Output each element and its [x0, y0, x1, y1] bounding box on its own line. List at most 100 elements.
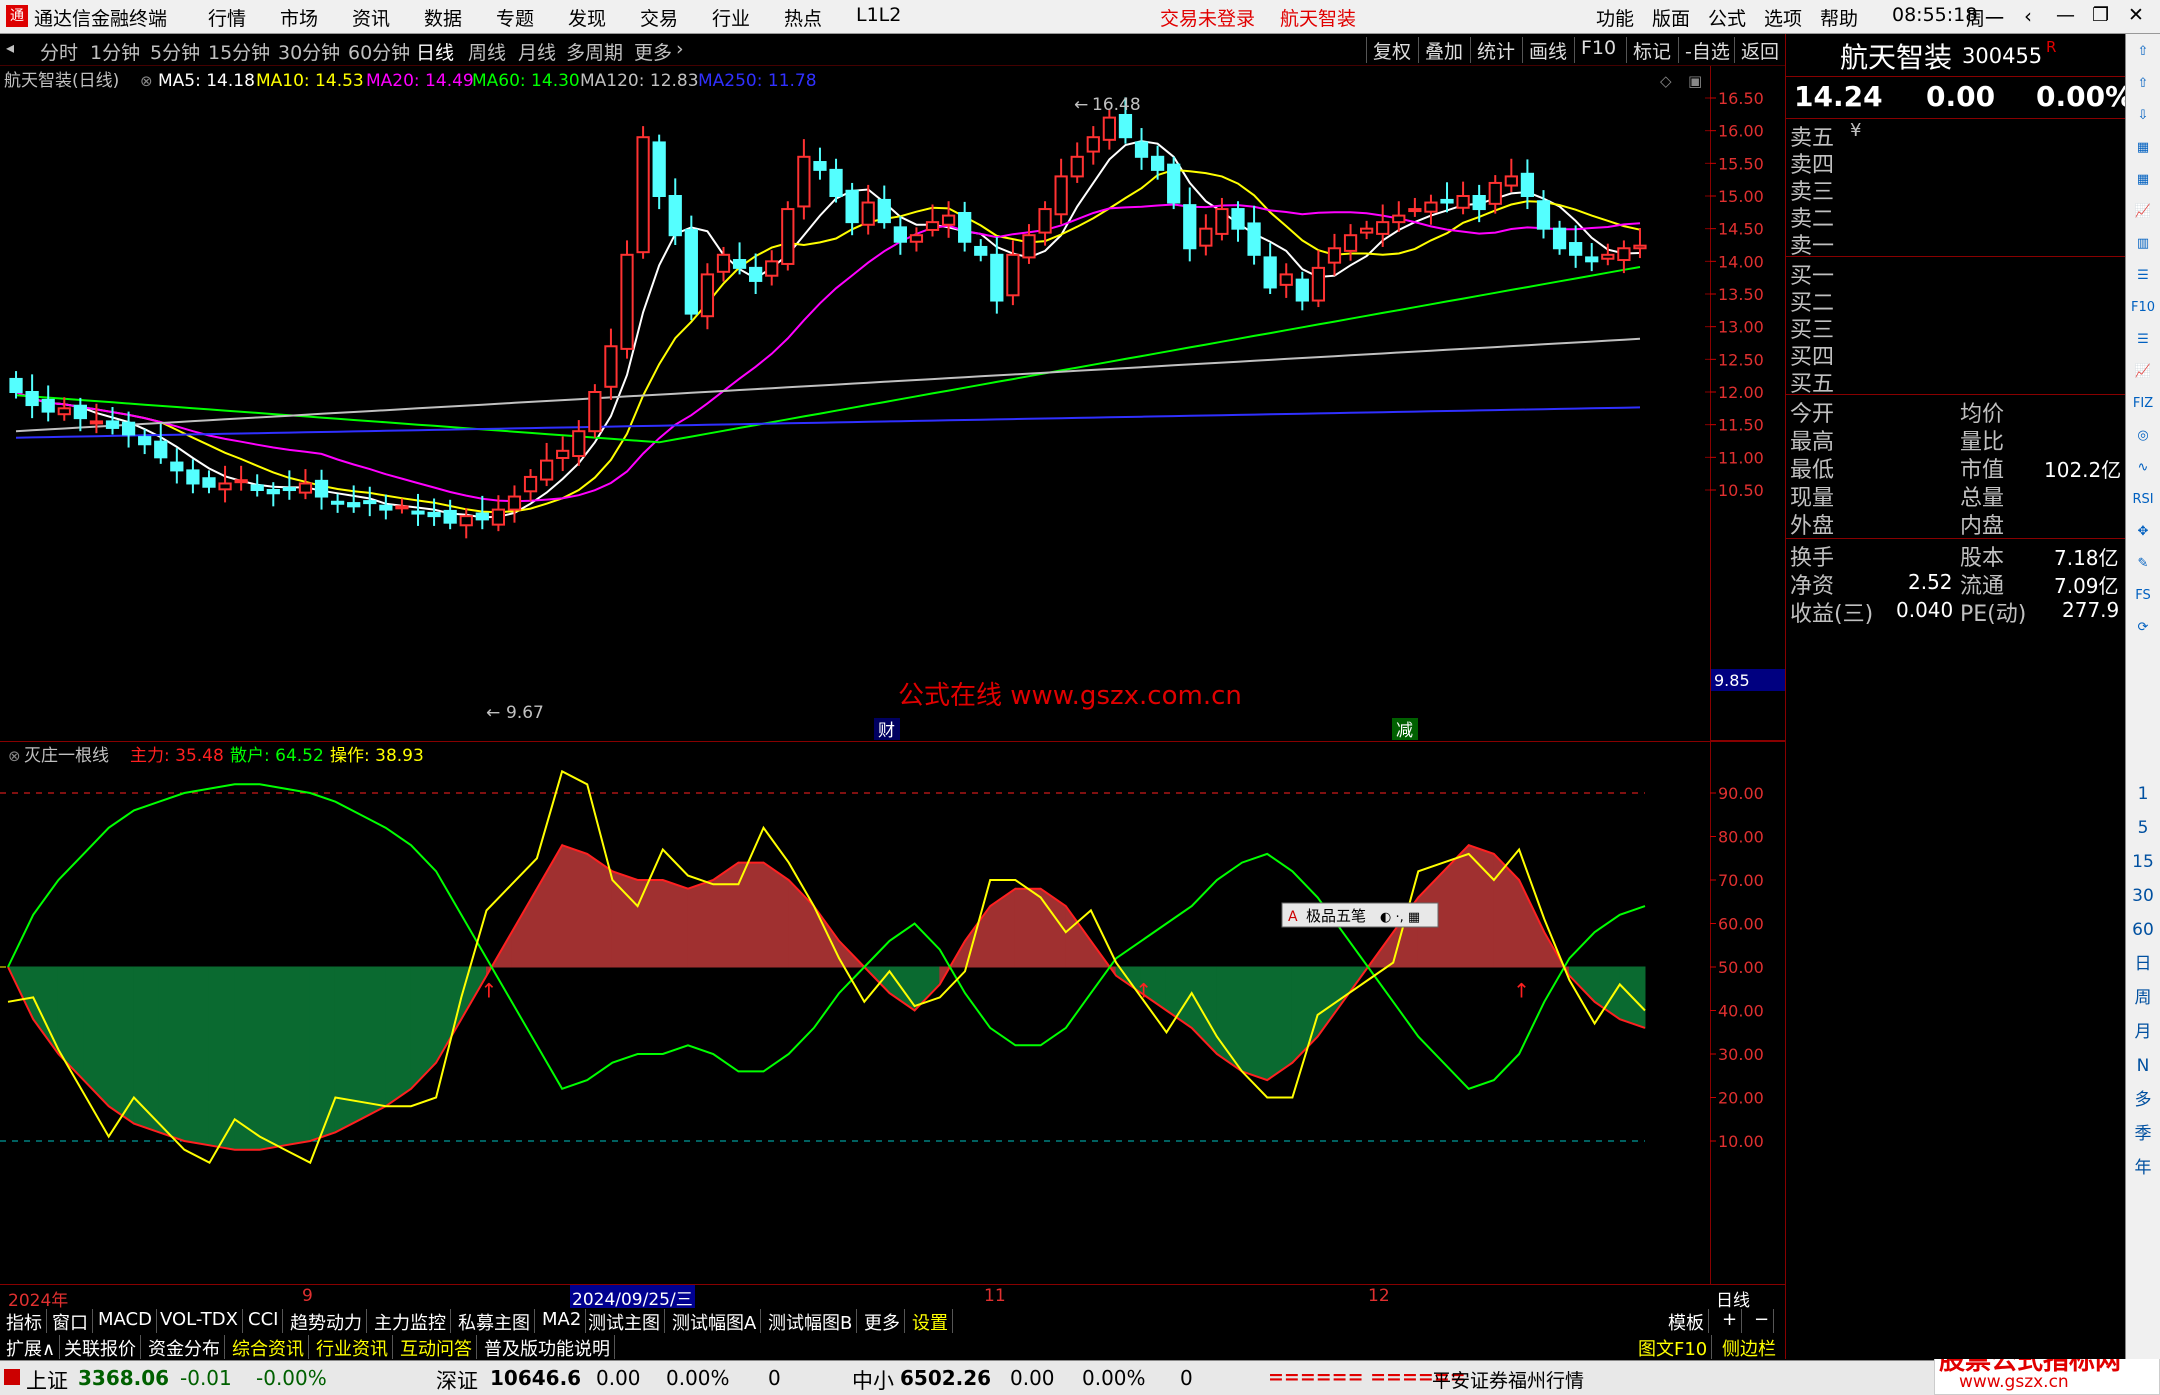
menu-item[interactable]: 功能 — [1596, 4, 1634, 31]
fiz-icon[interactable]: FIZ — [2131, 392, 2155, 416]
period-shortcut[interactable]: 60 — [2131, 918, 2155, 942]
period-shortcut[interactable]: N — [2131, 1054, 2155, 1078]
menu-item[interactable]: 版面 — [1652, 4, 1690, 31]
close-icon[interactable]: ✕ — [2128, 4, 2144, 26]
period-shortcut[interactable]: 周 — [2131, 986, 2155, 1010]
period-shortcut[interactable]: 多 — [2131, 1088, 2155, 1112]
extension-tab[interactable]: 行业资讯 — [312, 1335, 393, 1360]
index-name[interactable]: 深证 — [436, 1365, 478, 1395]
ime-moon-icon[interactable]: ◐ ·, ▦ — [1380, 910, 1420, 925]
list-icon[interactable]: ☰ — [2131, 328, 2155, 352]
up-arrow-icon[interactable]: ⇧ — [2131, 72, 2155, 96]
indicator-tab[interactable]: 测试主图 — [584, 1309, 665, 1334]
extension-tab[interactable]: 普及版功能说明 — [480, 1335, 615, 1360]
menu-item[interactable]: 交易 — [640, 4, 678, 31]
extension-tab[interactable]: 互动问答 — [396, 1335, 477, 1360]
indicator-chart[interactable]: ↑ ↑ ↑ ⊗ 灭庄一根线 主力: 35.48 散户: 64.52 操作: 38.9… — [0, 741, 1710, 1286]
period-tab-active[interactable]: 日线 — [416, 38, 454, 65]
indicator-tab[interactable]: 主力监控 — [370, 1309, 451, 1334]
indicator-tab[interactable]: MACD — [94, 1309, 157, 1333]
menu-item[interactable]: 行情 — [208, 4, 246, 31]
reduce-marker[interactable]: 减 — [1396, 721, 1413, 741]
index-name[interactable]: 中小 — [852, 1365, 894, 1395]
f10-icon[interactable]: F10 — [2131, 296, 2155, 320]
kline-chart[interactable]: 航天智装(日线) ⊗ MA5: 14.18 MA10: 14.53 MA20: … — [0, 66, 1710, 741]
menu-item[interactable]: 行业 — [712, 4, 750, 31]
toolbar-button[interactable]: 画线 — [1522, 37, 1573, 63]
minimize-icon[interactable]: — — [2056, 4, 2075, 26]
up-arrow-icon[interactable]: ⇧ — [2131, 40, 2155, 64]
pen-icon[interactable]: ✎ — [2131, 552, 2155, 576]
indicator-tab[interactable]: 更多 — [860, 1309, 905, 1334]
period-shortcut[interactable]: 日 — [2131, 952, 2155, 976]
indicator-tab-settings[interactable]: 设置 — [908, 1309, 953, 1334]
menu-item[interactable]: 发现 — [568, 4, 606, 31]
indicator-tab[interactable]: 测试幅图B — [764, 1309, 858, 1334]
indicator-tab[interactable]: 指标 — [2, 1309, 47, 1334]
period-shortcut[interactable]: 30 — [2131, 884, 2155, 908]
list-icon[interactable]: ☰ — [2131, 264, 2155, 288]
period-tab[interactable]: 周线 — [468, 38, 506, 65]
indicator-tab[interactable]: MA2 — [538, 1309, 587, 1333]
period-shortcut[interactable]: 5 — [2131, 816, 2155, 840]
extension-tab[interactable]: 关联报价 — [60, 1335, 141, 1360]
indicator-tab[interactable]: 趋势动力 — [286, 1309, 367, 1334]
period-tab[interactable]: 分时 — [40, 38, 78, 65]
diamond-icon[interactable]: ◇ — [1660, 72, 1672, 90]
period-tab[interactable]: 5分钟 — [150, 38, 200, 65]
restore-icon[interactable]: ❐ — [2092, 4, 2109, 26]
menu-item[interactable]: 帮助 — [1820, 4, 1858, 31]
add-pane-button[interactable]: + — [1718, 1309, 1743, 1333]
period-tab[interactable]: 60分钟 — [348, 38, 410, 65]
menu-item[interactable]: 公式 — [1708, 4, 1746, 31]
period-shortcut[interactable]: 月 — [2131, 1020, 2155, 1044]
toolbar-button[interactable]: 复权 — [1366, 37, 1417, 63]
toolbar-button[interactable]: 返回 — [1734, 37, 1785, 63]
settings-icon[interactable]: ⊗ — [140, 72, 153, 90]
menu-item[interactable]: 选项 — [1764, 4, 1802, 31]
grid-icon[interactable]: ▦ — [2131, 168, 2155, 192]
toolbar-button[interactable]: F10 — [1574, 37, 1622, 63]
toolbar-button[interactable]: 叠加 — [1418, 37, 1469, 63]
remove-pane-button[interactable]: − — [1750, 1309, 1775, 1333]
indicator-tab[interactable]: 私募主图 — [454, 1309, 535, 1334]
period-tab[interactable]: 15分钟 — [208, 38, 270, 65]
down-arrow-icon[interactable]: ⇩ — [2131, 104, 2155, 128]
template-button[interactable]: 模板 — [1664, 1309, 1709, 1334]
move-icon[interactable]: ✥ — [2131, 520, 2155, 544]
menu-item[interactable]: L1L2 — [856, 4, 901, 26]
period-tab[interactable]: 月线 — [518, 38, 556, 65]
refresh-icon[interactable]: ⟳ — [2131, 616, 2155, 640]
settings-icon[interactable]: ⊗ — [8, 747, 21, 765]
period-tab[interactable]: 30分钟 — [278, 38, 340, 65]
wave-icon[interactable]: ∿ — [2131, 456, 2155, 480]
menu-item[interactable]: 专题 — [496, 4, 534, 31]
index-name[interactable]: 上证 — [26, 1365, 68, 1395]
ime-label[interactable]: 极品五笔 — [1306, 907, 1366, 925]
candle-icon[interactable]: ▥ — [2131, 232, 2155, 256]
chart-icon[interactable]: 📈 — [2131, 200, 2155, 224]
period-tab[interactable]: 1分钟 — [90, 38, 140, 65]
toolbar-button[interactable]: 标记 — [1626, 37, 1677, 63]
target-icon[interactable]: ◎ — [2131, 424, 2155, 448]
period-tab[interactable]: 多周期 — [566, 38, 623, 65]
toolbar-button[interactable]: 统计 — [1470, 37, 1521, 63]
finance-marker[interactable]: 财 — [878, 721, 895, 741]
indicator-tab[interactable]: CCI — [244, 1309, 284, 1333]
extension-tab[interactable]: 综合资讯 — [228, 1335, 309, 1360]
broker-name[interactable]: 平安证券福州行情 — [1432, 1366, 1584, 1393]
menu-item[interactable]: 市场 — [280, 4, 318, 31]
period-shortcut[interactable]: 年 — [2131, 1156, 2155, 1180]
extension-tab[interactable]: 资金分布 — [144, 1335, 225, 1360]
chevron-right-icon[interactable]: › — [676, 38, 684, 60]
back-icon[interactable]: ‹ — [2024, 4, 2032, 28]
indicator-tab[interactable]: 测试幅图A — [668, 1309, 762, 1334]
menu-item[interactable]: 热点 — [784, 4, 822, 31]
menu-item[interactable]: 资讯 — [352, 4, 390, 31]
period-tab-more[interactable]: 更多 — [634, 38, 672, 65]
side-toggle-icon[interactable]: ◂ — [6, 38, 14, 57]
period-shortcut[interactable]: 15 — [2131, 850, 2155, 874]
rsi-icon[interactable]: RSI — [2131, 488, 2155, 512]
period-shortcut[interactable]: 季 — [2131, 1122, 2155, 1146]
login-status[interactable]: 交易未登录 — [1160, 4, 1255, 31]
